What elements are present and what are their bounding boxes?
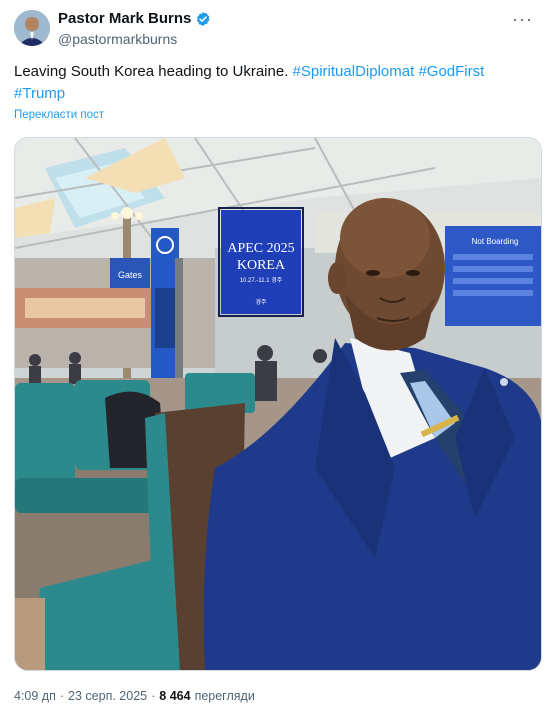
tweet-card: Pastor Mark Burns @pastormarkburns ··· L… [0,0,547,710]
apec-sign-line2: KOREA [237,258,286,273]
tweet-text-plain: Leaving South Korea heading to Ukraine. [14,63,293,80]
author-name-row: Pastor Mark Burns [58,10,211,28]
hashtag-spiritual-diplomat[interactable]: #SpiritualDiplomat [293,63,415,80]
gates-sign: Gates [118,270,143,280]
tweet-text: Leaving South Korea heading to Ukraine. … [14,61,534,105]
avatar-photo [14,10,50,46]
tweet-photo[interactable]: Gates APEC 2025 KOREA 10.27.-11.1 경주 경주 … [14,137,542,671]
views-label: перегляди [194,689,255,703]
apec-sign-line1: APEC 2025 [227,241,294,256]
author-avatar[interactable] [14,10,50,46]
tweet-meta: 4:09 дп · 23 серп. 2025 · 8 464 перегляд… [14,689,255,703]
author-handle[interactable]: @pastormarkburns [58,30,177,48]
tweet-date[interactable]: 23 серп. 2025 [68,689,147,703]
airport-selfie-image: Gates APEC 2025 KOREA 10.27.-11.1 경주 경주 … [15,138,541,670]
hashtag-god-first[interactable]: #GodFirst [418,63,484,80]
right-display-sign: Not Boarding [472,237,519,246]
meta-separator-2: · [151,689,156,703]
apec-sign-line3: 10.27.-11.1 경주 [240,277,283,284]
tweet-time[interactable]: 4:09 дп [14,689,56,703]
verified-badge-icon [197,12,210,26]
views-count: 8 464 [159,689,191,703]
apec-sign-footer: 경주 [255,299,267,306]
meta-separator: · [59,689,65,703]
more-options-icon[interactable]: ··· [512,10,533,28]
translate-post-link[interactable]: Перекласти пост [14,109,104,121]
author-display-name[interactable]: Pastor Mark Burns [58,10,191,28]
hashtag-trump[interactable]: #Trump [14,85,65,102]
